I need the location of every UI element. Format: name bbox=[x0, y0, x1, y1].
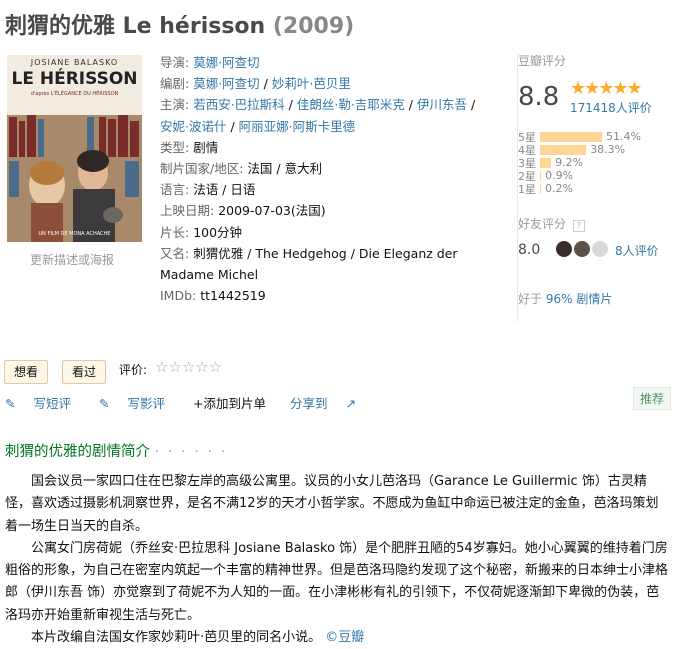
source-link[interactable]: ©豆瓣 bbox=[325, 630, 364, 645]
director-row: 导演: 莫娜·阿查切 bbox=[160, 55, 260, 70]
movie-poster[interactable]: JOSIANE BALASKO LE HÉRISSON d'après L'ÉL… bbox=[7, 55, 142, 242]
writer-link[interactable]: 妙莉叶·芭贝里 bbox=[272, 76, 351, 91]
page-title: 刺猬的优雅 Le hérisson (2009) bbox=[5, 8, 354, 40]
country-row: 制片国家/地区: 法国 / 意大利 bbox=[160, 161, 323, 177]
language-value: 法语 / 日语 bbox=[193, 182, 256, 198]
genre-value: 剧情 bbox=[193, 139, 219, 155]
friend-count-link[interactable]: 8人评价 bbox=[615, 242, 659, 259]
rating-stars-icon: ★★★★★ bbox=[570, 78, 643, 99]
runtime-value: 100分钟 bbox=[193, 224, 243, 240]
cast-row: 主演: 若西安·巴拉斯科 / 佳朗丝·勒·吉耶米克 / 伊川东吾 / 安妮·波诺… bbox=[160, 97, 476, 134]
aka-value: 刺猬优雅 / The Hedgehog / Die Eleganz der Ma… bbox=[160, 245, 458, 283]
rating-percent: 0.9% bbox=[545, 169, 574, 182]
friend-score: 8.0 bbox=[518, 242, 541, 258]
rating-bar bbox=[540, 170, 542, 181]
rating-panel: 豆瓣评分 8.8 ★★★★★ 171418人评价 5星 51.4% 4星 38.3% 3… bbox=[517, 52, 668, 322]
rating-bar bbox=[540, 131, 602, 142]
movie-year: (2009) bbox=[272, 14, 355, 39]
release-value: 2009-07-03(法国) bbox=[218, 203, 326, 219]
poster-credit: UN FILM DE MONA ACHACHE bbox=[38, 231, 111, 237]
genre-row: 类型: 剧情 bbox=[160, 139, 219, 155]
rating-bar bbox=[540, 157, 552, 168]
cast-link[interactable]: 伊川东吾 bbox=[417, 97, 467, 112]
rate-stars[interactable]: ☆☆☆☆☆ bbox=[155, 358, 222, 376]
friend-rating-title: 好友评分 ? bbox=[518, 215, 585, 232]
avatar[interactable] bbox=[574, 241, 590, 257]
want-to-watch-button[interactable]: 想看 bbox=[4, 360, 49, 384]
rating-star-label: 1星 bbox=[518, 182, 536, 196]
rating-distribution-row: 1星 0.2% bbox=[518, 182, 668, 196]
writer-link[interactable]: 莫娜·阿查切 bbox=[193, 76, 259, 91]
poster-actress: JOSIANE BALASKO bbox=[30, 58, 119, 67]
avatar[interactable] bbox=[556, 241, 572, 257]
aka-row: 又名: 刺猬优雅 / The Hedgehog / Die Eleganz de… bbox=[160, 245, 458, 283]
rating-percent: 38.3% bbox=[590, 143, 626, 156]
cast-link[interactable]: 若西安·巴拉斯科 bbox=[193, 97, 284, 112]
avatar[interactable] bbox=[592, 241, 608, 257]
friend-avatars[interactable] bbox=[556, 241, 610, 257]
rating-percent: 0.2% bbox=[545, 182, 573, 195]
language-row: 语言: 法语 / 日语 bbox=[160, 182, 256, 198]
rating-percent: 9.2% bbox=[555, 156, 584, 169]
rating-votes-link[interactable]: 171418人评价 bbox=[570, 99, 652, 116]
rating-distribution-row: 3星 9.2% bbox=[518, 156, 668, 170]
watched-button[interactable]: 看过 bbox=[62, 360, 107, 384]
movie-info: 导演: 莫娜·阿查切 编剧: 莫娜·阿查切 / 妙莉叶·芭贝里 主演: 若西安·… bbox=[160, 52, 490, 306]
rating-bar bbox=[540, 183, 541, 194]
cast-link[interactable]: 佳朗丝·勒·吉耶米克 bbox=[297, 97, 405, 112]
pencil-icon: ✎ bbox=[5, 396, 16, 411]
better-than: 好于 96% 剧情片 bbox=[518, 292, 613, 306]
share-icon: ↗ bbox=[345, 396, 356, 411]
rating-distribution-row: 4星 38.3% bbox=[518, 143, 668, 157]
action-bar: ✎ 写短评 ✎ 写影评 +添加到片单 分享到 ↗ bbox=[5, 393, 384, 412]
cast-link[interactable]: 阿丽亚娜·阿斯卡里德 bbox=[239, 119, 355, 134]
rating-bar bbox=[540, 144, 587, 155]
release-row: 上映日期: 2009-07-03(法国) bbox=[160, 203, 326, 219]
pencil-icon: ✎ bbox=[98, 396, 110, 411]
update-poster-link[interactable]: 更新描述或海报 bbox=[30, 251, 114, 268]
rating-distribution-row: 5星 51.4% bbox=[518, 130, 668, 144]
director-link[interactable]: 莫娜·阿查切 bbox=[193, 55, 259, 70]
summary-dots: · · · · · · bbox=[154, 444, 228, 460]
poster-tagline: d'après L'ÉLÉGANCE DU HÉRISSON bbox=[30, 91, 119, 97]
summary-heading: 刺猬的优雅的剧情简介 · · · · · · bbox=[5, 444, 228, 460]
rating-distribution-row: 2星 0.9% bbox=[518, 169, 668, 183]
runtime-row: 片长: 100分钟 bbox=[160, 224, 243, 240]
rate-label: 评价: bbox=[119, 363, 148, 377]
write-review[interactable]: ✎ 写影评 bbox=[99, 393, 179, 412]
cast-link[interactable]: 安妮·波诺什 bbox=[160, 119, 226, 134]
poster-film-name: LE HÉRISSON bbox=[11, 69, 138, 89]
summary-paragraph: 公寓女门房荷妮（乔丝安·巴拉思科 Josiane Balasko 饰）是个肥胖丑… bbox=[5, 540, 669, 623]
summary-paragraph: 国会议员一家四口住在巴黎左岸的高级公寓里。议员的小女儿芭洛玛（Garance L… bbox=[5, 474, 659, 534]
imdb-value: tt1442519 bbox=[200, 288, 266, 304]
imdb-row: IMDb: tt1442519 bbox=[160, 288, 266, 304]
movie-title: 刺猬的优雅 Le hérisson bbox=[5, 14, 266, 39]
country-value: 法国 / 意大利 bbox=[247, 161, 323, 177]
rating-distribution: 5星 51.4% 4星 38.3% 3星 9.2% 2星 0.9% 1星 0.2% bbox=[518, 130, 668, 196]
rating-title: 豆瓣评分 bbox=[518, 54, 567, 68]
rating-score: 8.8 bbox=[518, 82, 560, 112]
writer-row: 编剧: 莫娜·阿查切 / 妙莉叶·芭贝里 bbox=[160, 76, 351, 92]
rating-percent: 51.4% bbox=[606, 130, 641, 143]
better-than-link[interactable]: 96% 剧情片 bbox=[546, 292, 613, 306]
help-icon[interactable]: ? bbox=[572, 220, 585, 232]
add-to-list-button[interactable]: +添加到片单 bbox=[193, 393, 266, 412]
recommend-button[interactable]: 推荐 bbox=[633, 387, 672, 410]
write-short-review[interactable]: ✎ 写短评 bbox=[5, 393, 85, 412]
summary-paragraph: 本片改编自法国女作家妙莉叶·芭贝里的同名小说。 ©豆瓣 bbox=[31, 630, 365, 646]
summary-body: 国会议员一家四口住在巴黎左岸的高级公寓里。议员的小女儿芭洛玛（Garance L… bbox=[5, 471, 670, 649]
share-button[interactable]: 分享到 ↗ bbox=[290, 393, 370, 412]
